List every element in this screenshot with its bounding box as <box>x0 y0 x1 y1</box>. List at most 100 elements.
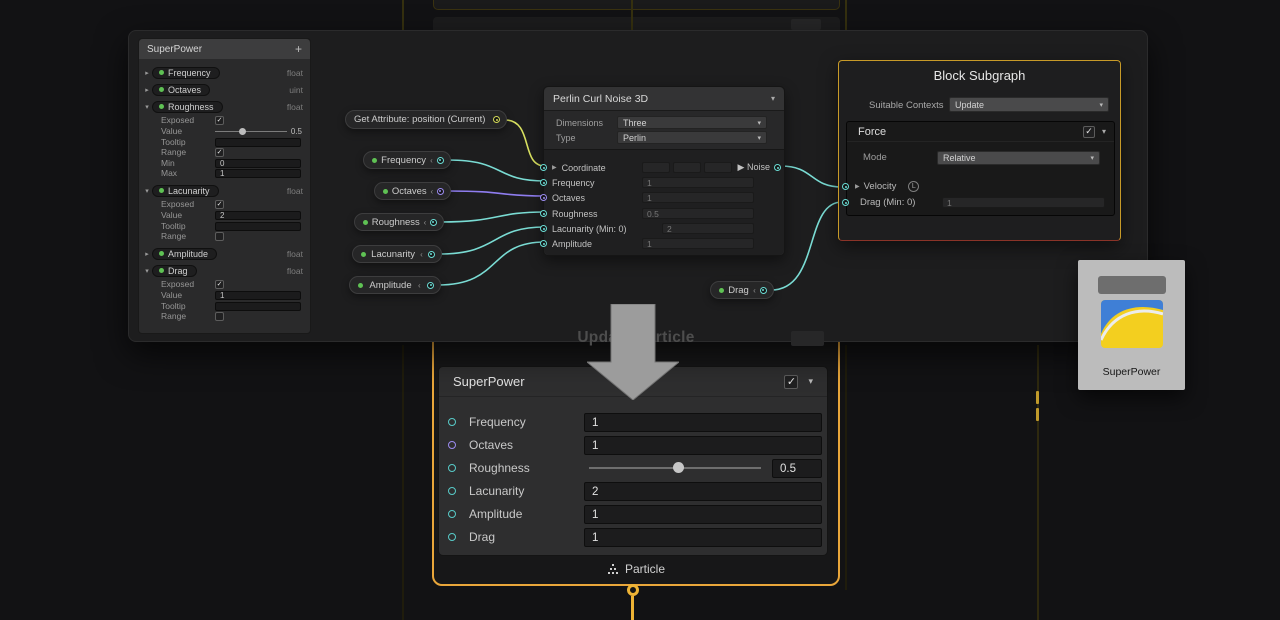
expand-caret-icon[interactable]: ▸ <box>142 250 152 258</box>
amplitude-param-node[interactable]: Amplitude ‹ <box>349 276 441 294</box>
suitable-contexts-dropdown[interactable]: Update ▾ <box>949 97 1109 112</box>
add-property-button[interactable]: + <box>295 42 302 56</box>
roughness-port[interactable] <box>540 210 547 217</box>
expander-icon[interactable]: ▶ <box>552 164 557 171</box>
value-input[interactable]: 1 <box>215 291 301 300</box>
roughness-port[interactable] <box>448 464 456 472</box>
chevron-down-icon[interactable]: ▾ <box>1102 127 1106 136</box>
drag-param-node[interactable]: Drag ‹ <box>710 281 774 299</box>
output-port[interactable] <box>428 251 435 258</box>
output-port[interactable] <box>430 219 437 226</box>
roughness-field[interactable]: 0.5 <box>642 208 754 219</box>
collapse-icon[interactable]: ‹ <box>430 156 433 165</box>
property-pill[interactable]: Lacunarity <box>152 185 219 197</box>
dimensions-dropdown[interactable]: Three▾ <box>617 116 767 129</box>
collapse-icon[interactable]: ‹ <box>753 286 756 295</box>
roughness-param-node[interactable]: Roughness ‹ <box>354 213 444 231</box>
coordinate-y-field[interactable] <box>673 162 701 173</box>
force-block[interactable]: Force ✓ ▾ Mode Relative ▾ ▶ Velocity L D… <box>846 121 1115 216</box>
amplitude-port[interactable] <box>540 240 547 247</box>
type-dropdown[interactable]: Perlin▾ <box>617 131 767 144</box>
octaves-param-node[interactable]: Octaves ‹ <box>374 182 451 200</box>
lacunarity-field[interactable]: 2 <box>662 223 754 234</box>
exposed-checkbox[interactable]: ✓ <box>215 116 224 125</box>
coordinate-z-field[interactable] <box>704 162 732 173</box>
context-output-port[interactable] <box>627 584 639 596</box>
collapse-icon[interactable]: ‹ <box>418 281 421 290</box>
slider-handle[interactable] <box>673 462 684 473</box>
blackboard-row-roughness[interactable]: ▾ Roughness float <box>139 99 310 114</box>
range-checkbox[interactable] <box>215 312 224 321</box>
tooltip-input[interactable] <box>215 302 301 311</box>
amplitude-port[interactable] <box>448 510 456 518</box>
collapse-icon[interactable]: ‹ <box>424 218 427 227</box>
tooltip-input[interactable] <box>215 222 301 231</box>
expander-icon[interactable]: ▶ <box>855 183 860 190</box>
blackboard-row-drag[interactable]: ▾ Drag float <box>139 263 310 278</box>
slider-handle[interactable] <box>239 128 246 135</box>
lacunarity-param-node[interactable]: Lacunarity ‹ <box>352 245 442 263</box>
drag-port[interactable] <box>448 533 456 541</box>
lacunarity-input[interactable]: 2 <box>584 482 822 501</box>
superpower-asset-card[interactable]: SuperPower <box>1078 260 1185 390</box>
get-attribute-node[interactable]: Get Attribute: position (Current) <box>345 110 507 129</box>
range-checkbox[interactable]: ✓ <box>215 148 224 157</box>
expand-caret-icon[interactable]: ▸ <box>142 86 152 94</box>
min-input[interactable]: 0 <box>215 159 301 168</box>
drag-field[interactable]: 1 <box>942 197 1105 208</box>
coordinate-port[interactable] <box>540 164 547 171</box>
drag-input[interactable]: 1 <box>584 528 822 547</box>
node-header[interactable]: Perlin Curl Noise 3D ▾ <box>544 87 784 111</box>
velocity-port[interactable] <box>842 183 849 190</box>
collapse-caret-icon[interactable]: ▾ <box>142 267 152 275</box>
roughness-slider[interactable] <box>589 466 761 470</box>
collapse-caret-icon[interactable]: ▾ <box>142 187 152 195</box>
roughness-input[interactable]: 0.5 <box>772 459 822 478</box>
frequency-port[interactable] <box>540 179 547 186</box>
chevron-down-icon[interactable]: ▾ <box>771 94 775 103</box>
chevron-down-icon[interactable]: ▾ <box>808 376 813 387</box>
frequency-input[interactable]: 1 <box>584 413 822 432</box>
blackboard-row-octaves[interactable]: ▸ Octaves uint <box>139 82 310 97</box>
amplitude-field[interactable]: 1 <box>642 238 754 249</box>
frequency-param-node[interactable]: Frequency ‹ <box>363 151 451 169</box>
property-pill[interactable]: Roughness <box>152 101 223 113</box>
range-checkbox[interactable] <box>215 232 224 241</box>
noise-output-port[interactable] <box>774 164 781 171</box>
blackboard-row-amplitude[interactable]: ▸ Amplitude float <box>139 246 310 261</box>
coordinate-x-field[interactable] <box>642 162 670 173</box>
octaves-field[interactable]: 1 <box>642 192 754 203</box>
output-port[interactable] <box>760 287 767 294</box>
blackboard-row-frequency[interactable]: ▸ Frequency float <box>139 65 310 80</box>
property-pill[interactable]: Frequency <box>152 67 220 79</box>
collapse-icon[interactable]: ‹ <box>430 187 433 196</box>
block-header[interactable]: Force ✓ ▾ <box>847 122 1114 142</box>
position-output-port[interactable] <box>493 116 500 123</box>
value-input[interactable]: 2 <box>215 211 301 220</box>
lacunarity-port[interactable] <box>540 225 547 232</box>
tooltip-input[interactable] <box>215 138 301 147</box>
value-slider[interactable] <box>215 131 287 132</box>
perlin-curl-noise-node[interactable]: Perlin Curl Noise 3D ▾ Dimensions Three▾… <box>543 86 785 256</box>
mode-dropdown[interactable]: Relative ▾ <box>937 151 1100 165</box>
octaves-input[interactable]: 1 <box>584 436 822 455</box>
output-port[interactable] <box>437 157 444 164</box>
property-pill[interactable]: Octaves <box>152 84 210 96</box>
amplitude-input[interactable]: 1 <box>584 505 822 524</box>
collapse-caret-icon[interactable]: ▾ <box>142 103 152 111</box>
frequency-port[interactable] <box>448 418 456 426</box>
expand-caret-icon[interactable]: ▸ <box>142 69 152 77</box>
output-port[interactable] <box>427 282 434 289</box>
octaves-port[interactable] <box>448 441 456 449</box>
block-enabled-checkbox[interactable]: ✓ <box>784 375 798 389</box>
max-input[interactable]: 1 <box>215 169 301 178</box>
drag-port[interactable] <box>842 199 849 206</box>
output-port[interactable] <box>437 188 444 195</box>
frequency-field[interactable]: 1 <box>642 177 754 188</box>
octaves-port[interactable] <box>540 194 547 201</box>
collapse-icon[interactable]: ‹ <box>420 250 423 259</box>
property-pill[interactable]: Amplitude <box>152 248 217 260</box>
exposed-checkbox[interactable]: ✓ <box>215 200 224 209</box>
blackboard-header[interactable]: SuperPower + <box>139 39 310 59</box>
property-pill[interactable]: Drag <box>152 265 197 277</box>
